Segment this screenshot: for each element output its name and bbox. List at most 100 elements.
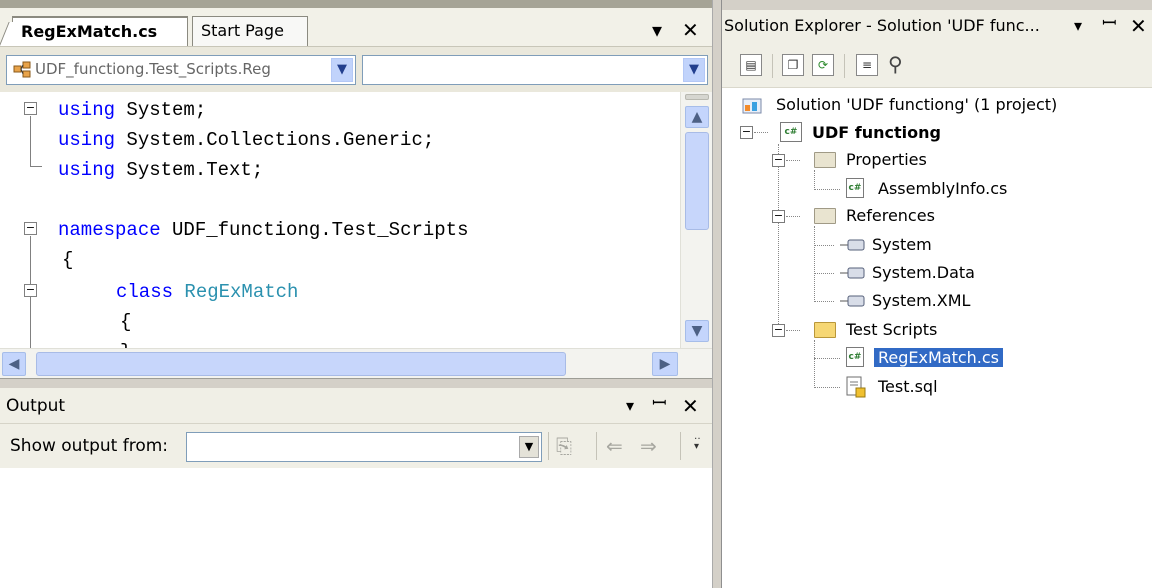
toolbar-separator	[772, 54, 773, 78]
chevron-down-icon[interactable]: ▾	[1074, 16, 1082, 36]
chevron-down-icon[interactable]: ▼	[519, 436, 539, 458]
member-dropdown[interactable]: ▼	[362, 55, 708, 85]
code-line: {	[62, 249, 74, 271]
selected-file-label: RegExMatch.cs	[874, 348, 1004, 367]
scroll-left-button[interactable]: ◀	[2, 352, 26, 376]
collapse-icon[interactable]: −	[740, 126, 753, 139]
tab-start-page[interactable]: Start Page	[192, 16, 308, 46]
solution-explorer-title-bar: Solution Explorer - Solution 'UDF func..…	[722, 10, 1152, 44]
folder-icon	[814, 208, 836, 224]
chevron-down-icon[interactable]: ▼	[683, 58, 705, 82]
close-icon[interactable]: ✕	[682, 20, 699, 40]
test-sql-file[interactable]: Test.sql	[878, 376, 938, 398]
show-all-files-icon[interactable]: ❐	[782, 54, 804, 76]
next-message-icon[interactable]: ⇒	[640, 434, 657, 458]
tree-line	[814, 358, 840, 359]
solution-explorer-toolbar: ▤ ❐ ⟳ ≡ ⚲	[722, 44, 1152, 88]
tree-line	[786, 330, 800, 331]
properties-folder[interactable]: Properties	[846, 149, 927, 171]
solution-icon	[742, 98, 762, 114]
type-dropdown-value: UDF_functiong.Test_Scripts.Reg	[35, 60, 271, 78]
tree-line	[754, 132, 768, 133]
type-dropdown[interactable]: UDF_functiong.Test_Scripts.Reg ▼	[6, 55, 356, 85]
tree-line	[814, 170, 815, 190]
chevron-down-icon[interactable]: ▼	[331, 58, 353, 82]
close-icon[interactable]: ✕	[682, 396, 699, 416]
reference-system-xml[interactable]: System.XML	[872, 290, 970, 312]
scroll-down-button[interactable]: ▼	[685, 320, 709, 342]
pane-splitter[interactable]	[0, 378, 712, 388]
show-output-dropdown[interactable]: ▼	[186, 432, 542, 462]
solution-tree[interactable]: Solution 'UDF functiong' (1 project) − c…	[722, 88, 1152, 588]
pin-icon[interactable]: ꟷ	[1102, 14, 1117, 34]
output-header: Output ▾ ꟷ ✕	[0, 388, 712, 424]
tree-line	[814, 226, 815, 300]
tree-line	[814, 340, 815, 388]
toolbar-separator	[680, 432, 681, 460]
reference-icon	[840, 239, 865, 251]
scrollbar-thumb[interactable]	[36, 352, 566, 376]
csharp-file-icon: c#	[846, 178, 864, 198]
tree-line	[786, 160, 800, 161]
output-text-area[interactable]	[0, 468, 712, 588]
navigation-bar: UDF_functiong.Test_Scripts.Reg ▼ ▼	[0, 46, 712, 92]
regexmatch-file[interactable]: RegExMatch.cs	[874, 347, 1004, 369]
output-title: Output	[6, 396, 66, 416]
toolbar-separator	[596, 432, 597, 460]
output-toolbar: Show output from: ▼ ⎘ ⇐ ⇒ ‥ ▾	[0, 424, 712, 468]
tab-strip-top-border	[0, 0, 712, 8]
vertical-splitter[interactable]	[712, 0, 722, 588]
horizontal-scrollbar[interactable]: ◀ ▶	[0, 348, 712, 378]
collapse-icon[interactable]: −	[24, 284, 37, 297]
tree-line	[814, 387, 840, 388]
class-diagram-icon[interactable]: ⚲	[888, 52, 903, 76]
collapse-icon[interactable]: −	[772, 324, 785, 337]
pin-icon[interactable]: ꟷ	[652, 394, 667, 414]
splitter-handle[interactable]	[685, 94, 709, 100]
chevron-down-icon[interactable]: ▾	[626, 396, 634, 416]
find-message-icon[interactable]: ⎘	[556, 434, 572, 458]
references-folder[interactable]: References	[846, 205, 935, 227]
previous-message-icon[interactable]: ⇐	[606, 434, 623, 458]
test-scripts-folder[interactable]: Test Scripts	[846, 319, 937, 341]
collapse-icon[interactable]: −	[24, 222, 37, 235]
csharp-project-icon: c#	[780, 122, 802, 142]
code-line: using System.Text;	[58, 159, 264, 181]
csharp-file-icon: c#	[846, 347, 864, 367]
collapse-icon[interactable]: −	[24, 102, 37, 115]
scrollbar-thumb[interactable]	[685, 132, 709, 230]
code-line: using System.Collections.Generic;	[58, 129, 435, 151]
view-code-icon[interactable]: ≡	[856, 54, 878, 76]
outline-line	[30, 166, 42, 167]
code-editor[interactable]: − − − using System; using System.Collect…	[0, 92, 680, 348]
code-line: using System;	[58, 99, 207, 121]
scroll-up-button[interactable]: ▲	[685, 106, 709, 128]
toolbar-separator	[548, 432, 549, 460]
properties-icon[interactable]: ▤	[740, 54, 762, 76]
reference-icon	[840, 267, 865, 279]
tree-line	[778, 144, 779, 330]
outline-line	[30, 116, 31, 166]
collapse-icon[interactable]: −	[772, 154, 785, 167]
vertical-scrollbar[interactable]: ▲ ▼	[680, 92, 712, 348]
tab-regexmatch[interactable]: RegExMatch.cs	[12, 16, 188, 46]
solution-node[interactable]: Solution 'UDF functiong' (1 project)	[776, 94, 1057, 116]
show-output-label: Show output from:	[10, 436, 169, 456]
tree-line	[814, 189, 840, 190]
project-node[interactable]: UDF functiong	[812, 122, 941, 144]
folder-icon	[814, 152, 836, 168]
reference-system-data[interactable]: System.Data	[872, 262, 975, 284]
class-icon	[13, 61, 31, 78]
toolbar-separator	[844, 54, 845, 78]
refresh-icon[interactable]: ⟳	[812, 54, 834, 76]
close-icon[interactable]: ✕	[1130, 16, 1147, 36]
reference-system[interactable]: System	[872, 234, 932, 256]
editor-tab-strip: RegExMatch.cs Start Page ▾ ✕	[0, 0, 712, 46]
tree-line	[814, 245, 834, 246]
scroll-right-button[interactable]: ▶	[652, 352, 678, 376]
collapse-icon[interactable]: −	[772, 210, 785, 223]
open-folder-icon	[814, 322, 836, 338]
overflow-chevron-icon[interactable]: ‥ ▾	[694, 432, 701, 452]
assemblyinfo-file[interactable]: AssemblyInfo.cs	[878, 178, 1007, 200]
chevron-down-icon[interactable]: ▾	[652, 20, 662, 40]
